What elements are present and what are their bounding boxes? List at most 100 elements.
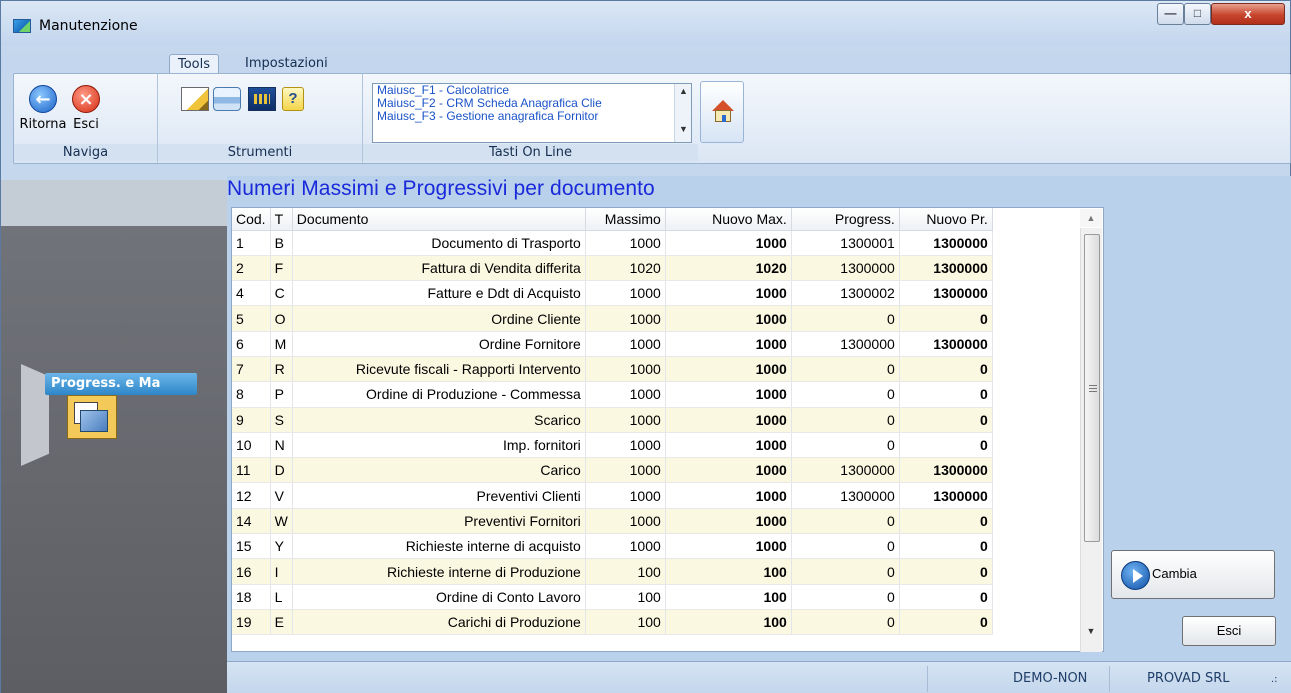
table-row[interactable]: 5 O Ordine Cliente 1000 1000 0 0 [232,305,993,332]
cell-nuovo-max[interactable]: 1000 [665,230,792,256]
cell-nuovo-pr[interactable]: 0 [899,305,993,332]
cell-nuovo-pr[interactable]: 0 [899,533,993,560]
cell-progress[interactable]: 0 [791,609,900,636]
ritorna-button[interactable]: ← Ritorna [17,85,69,132]
cell-progress[interactable]: 0 [791,508,900,535]
column-header[interactable]: Nuovo Max. [665,208,792,231]
scroll-down-icon[interactable]: ▼ [675,124,691,134]
column-header[interactable]: Documento [292,208,586,231]
table-row[interactable]: 16 I Richieste interne di Produzione 100 100… [232,558,993,585]
cell-nuovo-max[interactable]: 1000 [665,457,792,484]
cell-nuovo-pr[interactable]: 1300000 [899,280,993,307]
tab-impostazioni[interactable]: Impostazioni [237,54,336,74]
cell-cod[interactable]: 6 [232,331,271,357]
table-row[interactable]: 1 B Documento di Trasporto 1000 1000 1300001 1… [232,230,993,256]
cell-documento[interactable]: Preventivi Clienti [292,482,586,509]
esci-ribbon-button[interactable]: × Esci [68,85,104,132]
cell-t[interactable]: F [270,255,293,282]
nav-item-progressivi[interactable]: Progress. e Ma [45,373,197,395]
cell-documento[interactable]: Ordine Cliente [292,305,586,332]
cell-t[interactable]: L [270,584,293,610]
esci-button[interactable]: Esci [1182,616,1276,646]
cell-documento[interactable]: Ordine di Produzione - Commessa [292,381,586,408]
column-header[interactable]: Nuovo Pr. [899,208,993,231]
cell-nuovo-max[interactable]: 1000 [665,533,792,560]
cell-cod[interactable]: 18 [232,584,271,610]
cell-massimo[interactable]: 1000 [585,305,666,332]
cell-progress[interactable]: 0 [791,381,900,408]
table-row[interactable]: 2 F Fattura di Vendita differita 1020 1020 13… [232,255,993,282]
cell-t[interactable]: M [270,331,293,357]
cell-nuovo-max[interactable]: 1020 [665,255,792,282]
cell-progress[interactable]: 0 [791,432,900,459]
column-header[interactable]: Massimo [585,208,666,231]
cell-documento[interactable]: Ordine di Conto Lavoro [292,584,586,610]
cell-cod[interactable]: 5 [232,305,271,332]
cell-nuovo-pr[interactable]: 0 [899,584,993,610]
cell-nuovo-pr[interactable]: 1300000 [899,482,993,509]
cell-documento[interactable]: Ordine Fornitore [292,331,586,357]
cell-t[interactable]: B [270,230,293,256]
scroll-up-icon[interactable]: ▲ [675,86,691,96]
cambia-button[interactable]: Cambia [1111,550,1275,599]
table-row[interactable]: 7 R Ricevute fiscali - Rapporti Intervento… [232,356,993,383]
cell-massimo[interactable]: 1000 [585,381,666,408]
home-button[interactable] [700,81,744,143]
cell-nuovo-pr[interactable]: 1300000 [899,457,993,484]
cell-documento[interactable]: Preventivi Fornitori [292,508,586,535]
resize-grip-icon[interactable]: .: [1271,674,1278,685]
cell-t[interactable]: I [270,558,293,585]
cell-nuovo-max[interactable]: 1000 [665,381,792,408]
cell-nuovo-max[interactable]: 100 [665,609,792,636]
table-row[interactable]: 6 M Ordine Fornitore 1000 1000 1300000 1300000 [232,331,993,357]
tab-tools[interactable]: Tools [169,54,220,74]
cell-massimo[interactable]: 1000 [585,482,666,509]
cell-progress[interactable]: 1300000 [791,331,900,357]
cell-massimo[interactable]: 1020 [585,255,666,282]
cell-nuovo-max[interactable]: 1000 [665,356,792,383]
cell-nuovo-pr[interactable]: 0 [899,558,993,585]
table-row[interactable]: 18 L Ordine di Conto Lavoro 100 100 0 0 [232,584,993,610]
list-item[interactable]: Maiusc_F3 - Gestione anagrafica Fornitor [373,110,691,123]
cell-progress[interactable]: 0 [791,558,900,585]
cell-documento[interactable]: Fatture e Ddt di Acquisto [292,280,586,307]
help-icon[interactable]: ? [282,87,304,111]
cell-nuovo-pr[interactable]: 0 [899,356,993,383]
edit-icon[interactable] [181,87,209,111]
cell-nuovo-max[interactable]: 100 [665,558,792,585]
calculator-icon[interactable] [248,87,276,111]
table-row[interactable]: 12 V Preventivi Clienti 1000 1000 1300000 1300… [232,482,993,509]
cell-nuovo-pr[interactable]: 0 [899,432,993,459]
cell-cod[interactable]: 9 [232,407,271,433]
cell-massimo[interactable]: 1000 [585,432,666,459]
cell-progress[interactable]: 0 [791,356,900,383]
cell-nuovo-max[interactable]: 1000 [665,331,792,357]
cell-massimo[interactable]: 1000 [585,280,666,307]
cell-nuovo-pr[interactable]: 1300000 [899,255,993,282]
cell-massimo[interactable]: 100 [585,584,666,610]
cell-documento[interactable]: Carico [292,457,586,484]
cell-documento[interactable]: Carichi di Produzione [292,609,586,636]
cell-progress[interactable]: 1300002 [791,280,900,307]
cell-massimo[interactable]: 1000 [585,533,666,560]
cell-nuovo-pr[interactable]: 1300000 [899,230,993,256]
cell-cod[interactable]: 8 [232,381,271,408]
table-row[interactable]: 10 N Imp. fornitori 1000 1000 0 0 [232,432,993,459]
cell-t[interactable]: C [270,280,293,307]
cell-nuovo-pr[interactable]: 0 [899,609,993,636]
cell-massimo[interactable]: 1000 [585,407,666,433]
cell-documento[interactable]: Richieste interne di acquisto [292,533,586,560]
cell-t[interactable]: P [270,381,293,408]
cell-cod[interactable]: 15 [232,533,271,560]
cell-massimo[interactable]: 1000 [585,356,666,383]
cell-nuovo-pr[interactable]: 0 [899,381,993,408]
cell-massimo[interactable]: 1000 [585,457,666,484]
cell-cod[interactable]: 14 [232,508,271,535]
cell-cod[interactable]: 10 [232,432,271,459]
cell-cod[interactable]: 12 [232,482,271,509]
cell-t[interactable]: D [270,457,293,484]
cell-documento[interactable]: Scarico [292,407,586,433]
cell-t[interactable]: W [270,508,293,535]
cell-nuovo-max[interactable]: 1000 [665,432,792,459]
listbox-scrollbar[interactable]: ▲ ▼ [674,84,691,142]
